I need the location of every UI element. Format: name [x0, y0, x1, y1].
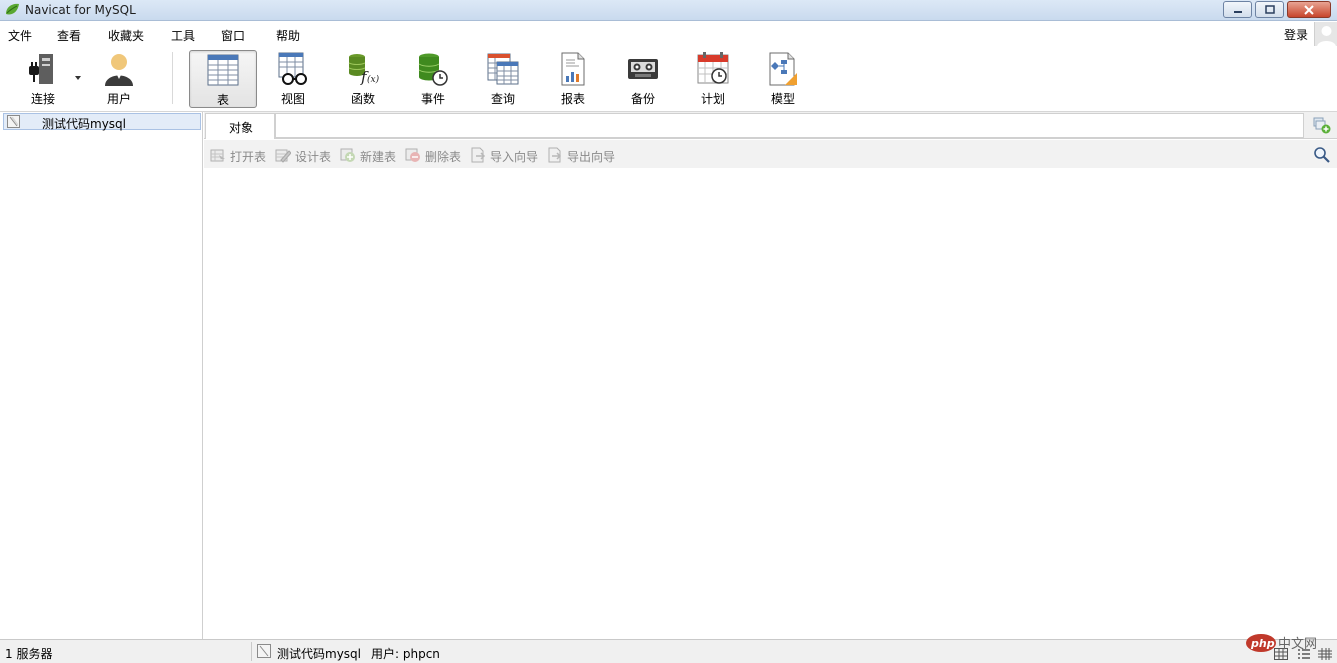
table-label: 表: [190, 91, 256, 108]
avatar[interactable]: [1314, 22, 1337, 47]
minimize-icon: [1232, 6, 1244, 14]
toolbar-divider: [172, 52, 173, 104]
model-label: 模型: [750, 90, 816, 107]
delete-table-label: 删除表: [425, 148, 461, 165]
restore-icon: [1264, 5, 1276, 15]
new-table-plus-icon: [340, 147, 356, 163]
new-tab-add-icon[interactable]: [1313, 116, 1331, 134]
connect-label: 连接: [10, 90, 76, 107]
new-table-label: 新建表: [360, 148, 396, 165]
connect-button[interactable]: 连接: [10, 50, 76, 108]
login-link[interactable]: 登录: [1284, 26, 1308, 43]
view-label: 视图: [260, 90, 326, 107]
status-divider: [251, 642, 252, 661]
query-label: 查询: [470, 90, 536, 107]
svg-text:(x): (x): [367, 74, 379, 85]
navicat-logo-icon: [4, 2, 21, 18]
function-button[interactable]: f (x) 函数: [330, 50, 396, 108]
watermark-site: 中文网: [1278, 637, 1317, 652]
report-label: 报表: [540, 90, 606, 107]
connection-item[interactable]: 测试代码mysql: [3, 113, 201, 130]
schedule-calendar-icon: [697, 52, 729, 86]
query-button[interactable]: 查询: [470, 50, 536, 108]
backup-button[interactable]: 备份: [610, 50, 676, 108]
event-button[interactable]: 事件: [400, 50, 466, 108]
tab-bar: 对象: [204, 112, 1337, 139]
import-wizard-label: 导入向导: [490, 148, 538, 165]
backup-tape-icon: [627, 52, 659, 86]
user-label: 用户: [86, 90, 152, 107]
close-icon: [1303, 5, 1315, 15]
export-wizard-label: 导出向导: [567, 148, 615, 165]
window-title: Navicat for MySQL: [25, 3, 136, 17]
open-table-icon: [210, 147, 226, 163]
connection-disconnected-icon: [7, 115, 20, 128]
connection-tree-panel: 测试代码mysql: [0, 112, 203, 639]
menu-help[interactable]: 帮助: [276, 27, 300, 44]
function-fx-icon: f (x): [347, 52, 379, 86]
design-table-pencil-icon: [275, 147, 291, 163]
table-button[interactable]: 表: [189, 50, 257, 108]
tab-objects-label: 对象: [229, 119, 253, 136]
object-toolbar: 打开表 设计表 新建表 删除表: [204, 140, 1337, 168]
menu-bar: 文件 查看 收藏夹 工具 窗口 帮助 登录: [0, 22, 1337, 46]
close-button[interactable]: [1287, 1, 1331, 18]
connection-label: 测试代码mysql: [42, 115, 126, 132]
tab-objects[interactable]: 对象: [205, 113, 275, 139]
user-button[interactable]: 用户: [86, 50, 152, 108]
backup-label: 备份: [610, 90, 676, 107]
tab-strip-area: [275, 113, 1304, 138]
watermark-logo: php 中文网: [1245, 631, 1337, 655]
search-icon[interactable]: [1313, 146, 1331, 164]
connection-plug-icon: [27, 52, 59, 86]
open-table-label: 打开表: [230, 148, 266, 165]
model-diagram-icon: [767, 52, 799, 86]
menu-window[interactable]: 窗口: [221, 27, 245, 44]
server-count: 1 服务器: [5, 645, 52, 662]
status-bar: 1 服务器 测试代码mysql 用户: phpcn: [0, 639, 1337, 663]
table-icon: [207, 53, 239, 87]
schedule-label: 计划: [680, 90, 746, 107]
report-button[interactable]: 报表: [540, 50, 606, 108]
main-content: 对象 打开表 设计表: [204, 112, 1337, 639]
user-icon: [103, 52, 135, 86]
menu-tools[interactable]: 工具: [171, 27, 195, 44]
view-glasses-icon: [277, 52, 309, 86]
event-clock-icon: [417, 52, 449, 86]
main-toolbar: 连接 用户 表 视图: [0, 46, 1337, 112]
schedule-button[interactable]: 计划: [680, 50, 746, 108]
report-chart-icon: [557, 52, 589, 86]
menu-view[interactable]: 查看: [57, 27, 81, 44]
minimize-button[interactable]: [1223, 1, 1252, 18]
watermark-brand: php: [1250, 637, 1275, 650]
connection-status-icon: [257, 644, 271, 658]
menu-favorites[interactable]: 收藏夹: [108, 27, 144, 44]
import-wizard-icon: [470, 147, 486, 163]
delete-table-minus-icon: [405, 147, 421, 163]
export-wizard-icon: [547, 147, 563, 163]
function-label: 函数: [330, 90, 396, 107]
status-connection-name: 测试代码mysql: [277, 645, 361, 662]
status-user: 用户: phpcn: [371, 645, 440, 662]
model-button[interactable]: 模型: [750, 50, 816, 108]
user-silhouette-icon: [1315, 22, 1337, 47]
title-bar: Navicat for MySQL: [0, 0, 1337, 21]
query-icon: [487, 52, 519, 86]
menu-file[interactable]: 文件: [8, 27, 32, 44]
design-table-label: 设计表: [295, 148, 331, 165]
maximize-button[interactable]: [1255, 1, 1284, 18]
connect-dropdown-arrow-icon[interactable]: [75, 76, 81, 80]
view-button[interactable]: 视图: [260, 50, 326, 108]
event-label: 事件: [400, 90, 466, 107]
